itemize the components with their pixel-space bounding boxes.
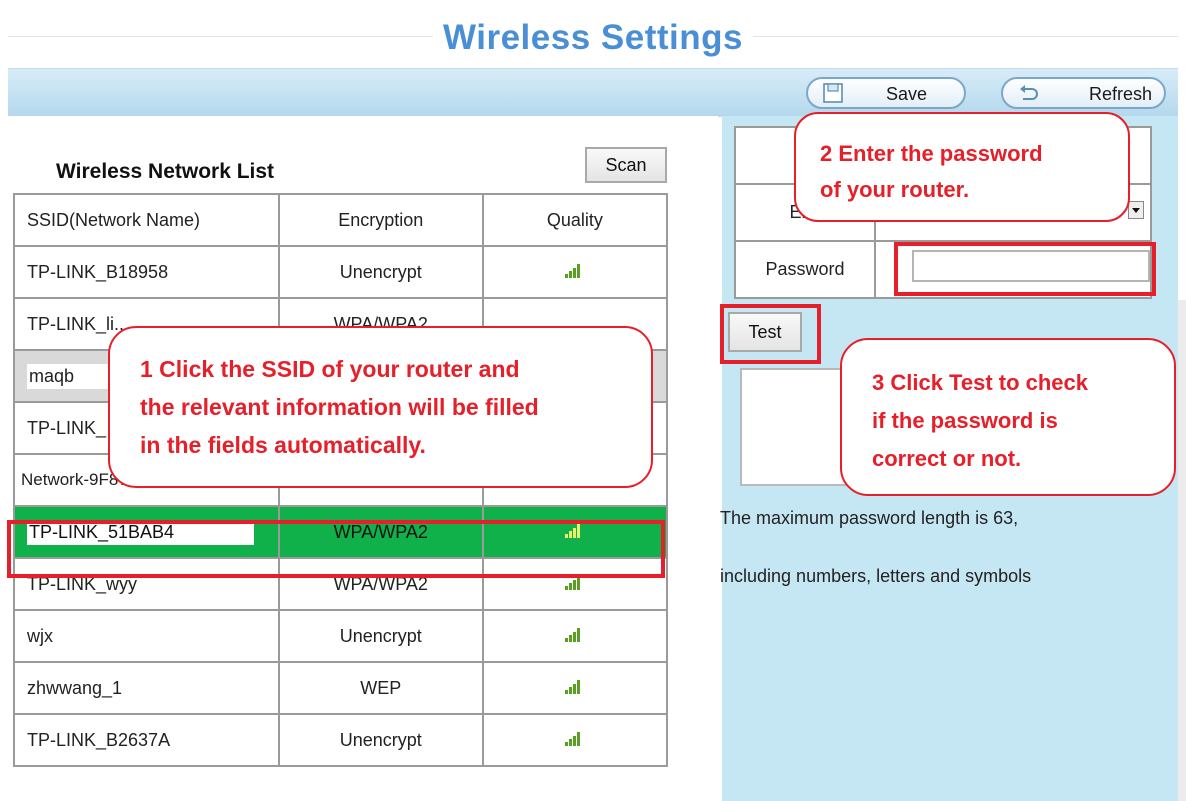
table-row[interactable]: TP-LINK_B18958 Unencrypt <box>13 245 669 299</box>
save-icon <box>823 83 843 103</box>
callout-1-line-1: 1 Click the SSID of your router and <box>140 356 520 382</box>
signal-bars-icon <box>564 679 585 694</box>
encryption-cell: Unencrypt <box>277 713 484 767</box>
page-title: Wireless Settings <box>433 18 753 58</box>
callout-3-line-3: correct or not. <box>872 446 1022 471</box>
callout-3-line-2: if the password is <box>872 408 1058 433</box>
encryption-cell: Unencrypt <box>277 245 484 299</box>
password-label: Password <box>734 240 876 299</box>
toolbar: Save Refresh <box>8 68 1178 117</box>
column-header-ssid: SSID(Network Name) <box>13 193 280 247</box>
callout-3-line-1: 3 Click Test to check <box>872 370 1089 395</box>
save-button[interactable]: Save <box>806 77 966 109</box>
encryption-cell: WEP <box>277 661 484 715</box>
save-label: Save <box>886 84 928 104</box>
signal-bars-icon <box>564 627 585 642</box>
password-hint-line2: including numbers, letters and symbols <box>720 566 1032 586</box>
ssid-cell[interactable]: TP-LINK_B18958 <box>13 245 280 299</box>
password-hint-line1: The maximum password length is 63, <box>720 508 1019 528</box>
scan-button[interactable]: Scan <box>585 147 667 183</box>
dropdown-arrow-icon[interactable] <box>1128 201 1144 219</box>
encryption-cell: Unencrypt <box>277 609 484 663</box>
network-list-title: Wireless Network List <box>56 160 275 183</box>
refresh-icon <box>1020 85 1038 100</box>
ssid-cell[interactable]: zhwwang_1 <box>13 661 280 715</box>
test-button-highlight <box>720 304 821 364</box>
callout-2-line-1: 2 Enter the password <box>820 141 1043 166</box>
refresh-button[interactable]: Refresh <box>1001 77 1166 109</box>
table-row[interactable]: TP-LINK_B2637A Unencrypt <box>13 713 669 767</box>
table-row[interactable]: wjx Unencrypt <box>13 609 669 663</box>
column-header-quality: Quality <box>481 193 669 247</box>
callout-1-line-2: the relevant information will be filled <box>140 394 539 420</box>
quality-cell <box>481 609 669 663</box>
callout-step-3: 3 Click Test to check if the password is… <box>840 338 1176 496</box>
ssid-cell[interactable]: wjx <box>13 609 280 663</box>
callout-step-1: 1 Click the SSID of your router and the … <box>108 326 653 488</box>
callout-2-line-2: of your router. <box>820 177 970 202</box>
password-highlight <box>894 242 1156 296</box>
selected-row-highlight <box>7 520 665 578</box>
quality-cell <box>481 713 669 767</box>
callout-1-line-3: in the fields automatically. <box>140 432 426 458</box>
refresh-label: Refresh <box>1089 84 1153 104</box>
signal-bars-icon <box>564 263 585 278</box>
signal-bars-icon <box>564 731 585 746</box>
quality-cell <box>481 661 669 715</box>
scrollbar[interactable] <box>1178 300 1186 801</box>
callout-step-2: 2 Enter the password of your router. <box>794 112 1130 222</box>
ssid-cell[interactable]: TP-LINK_B2637A <box>13 713 280 767</box>
page-header: Wireless Settings <box>0 0 1186 66</box>
quality-cell <box>481 245 669 299</box>
table-row[interactable]: zhwwang_1 WEP <box>13 661 669 715</box>
table-header-row: SSID(Network Name) Encryption Quality <box>13 193 669 247</box>
column-header-encryption: Encryption <box>277 193 484 247</box>
